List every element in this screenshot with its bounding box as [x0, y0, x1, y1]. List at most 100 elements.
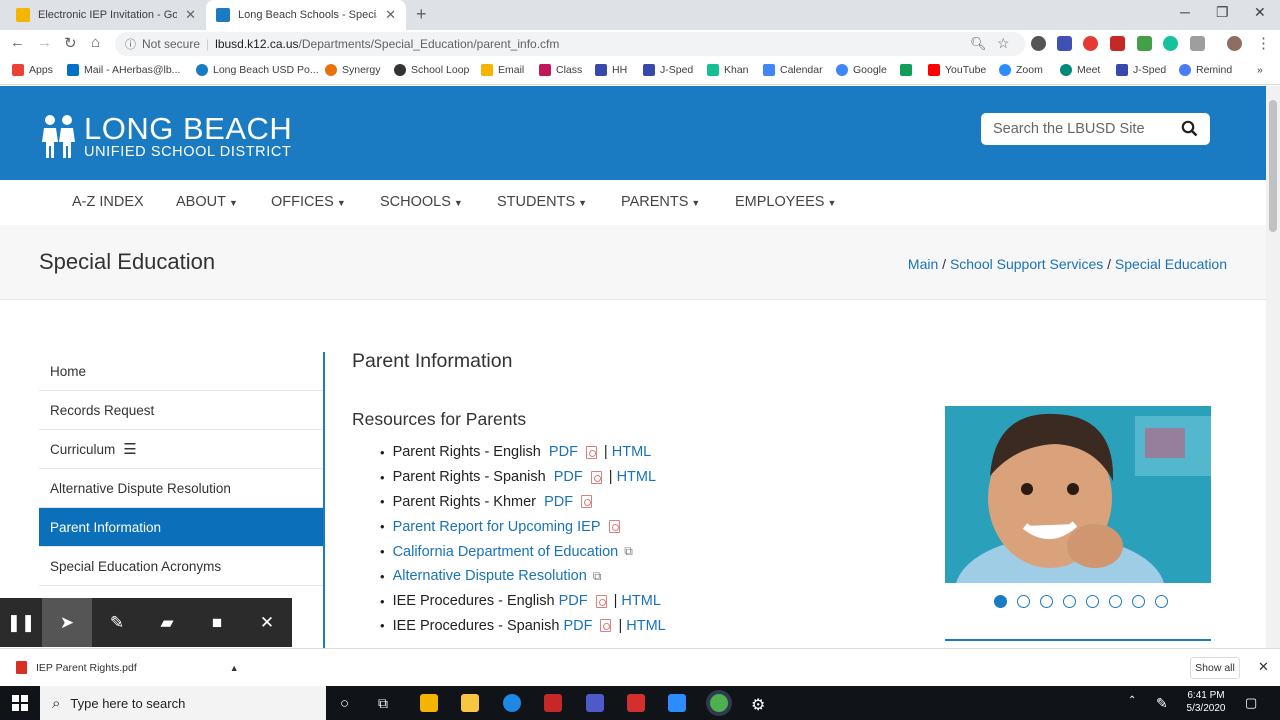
adr-link[interactable]: Alternative Dispute Resolution: [393, 568, 587, 584]
power-extension-icon[interactable]: [1031, 36, 1046, 51]
zoom-icon[interactable]: 🔍︎: [970, 36, 987, 52]
show-all-button[interactable]: Show all: [1190, 657, 1240, 679]
bookmark-drive[interactable]: [900, 64, 912, 76]
acrobat-icon[interactable]: [627, 694, 645, 712]
clock[interactable]: 6:41 PM 5/3/2020: [1180, 689, 1232, 715]
windows-start-icon[interactable]: [12, 695, 28, 711]
parent-report-link[interactable]: Parent Report for Upcoming IEP: [393, 519, 601, 535]
nav-parents[interactable]: PARENTS ▼: [621, 194, 700, 210]
page-scrollbar[interactable]: [1266, 86, 1280, 648]
carousel-dot[interactable]: [1109, 595, 1122, 608]
zoom-icon[interactable]: [668, 694, 686, 712]
bookmark-remind[interactable]: Remind: [1179, 64, 1232, 76]
nav-a-z-index[interactable]: A-Z INDEX: [72, 194, 144, 210]
bookmark-synergy[interactable]: Synergy: [325, 64, 381, 76]
carousel-dot[interactable]: [1086, 595, 1099, 608]
html-link[interactable]: HTML: [612, 444, 651, 460]
pdf-link[interactable]: PDF: [549, 444, 578, 460]
taskbar-search-input[interactable]: ⌕ Type here to search: [40, 686, 326, 720]
download-item[interactable]: IEP Parent Rights.pdf ▲: [16, 661, 239, 674]
carousel-dot[interactable]: [1040, 595, 1053, 608]
html-link[interactable]: HTML: [617, 469, 656, 485]
home-button[interactable]: ⌂: [91, 34, 100, 51]
tab-iep-invitation[interactable]: Electronic IEP Invitation - Google ✕: [6, 0, 206, 30]
back-button[interactable]: ←: [10, 34, 25, 51]
sidebar-item-curriculum[interactable]: Curriculum ☰: [39, 430, 323, 469]
bookmark-class[interactable]: Class: [539, 64, 582, 76]
carousel-dot[interactable]: [994, 595, 1007, 608]
bookmarks-overflow-icon[interactable]: »: [1257, 64, 1263, 76]
bookmark-school-loop[interactable]: School Loop: [394, 64, 469, 76]
edge-icon[interactable]: [503, 694, 521, 712]
search-icon[interactable]: [1181, 120, 1198, 137]
profile-avatar[interactable]: [1227, 36, 1242, 51]
mcafee-icon[interactable]: [544, 694, 562, 712]
minimize-button[interactable]: ─: [1180, 4, 1190, 20]
star-icon[interactable]: ☆: [997, 35, 1010, 52]
scrollbar-thumb[interactable]: [1269, 100, 1277, 232]
bookmark-hh[interactable]: HH: [595, 64, 627, 76]
pause-button[interactable]: ❚❚: [0, 598, 42, 647]
forward-button[interactable]: →: [37, 34, 52, 51]
bookmark-zoom[interactable]: Zoom: [999, 64, 1043, 76]
sidebar-item-home[interactable]: Home: [39, 352, 323, 391]
pdf-link[interactable]: PDF: [554, 469, 583, 485]
breadcrumb-special-education[interactable]: Special Education: [1115, 256, 1227, 272]
window-close-button[interactable]: ✕: [1254, 4, 1266, 21]
bookmark-khan[interactable]: Khan: [707, 64, 749, 76]
close-recorder-button[interactable]: ✕: [242, 598, 292, 647]
bookmark-meet[interactable]: Meet: [1060, 64, 1100, 76]
carousel-dot[interactable]: [1017, 595, 1030, 608]
carousel-dot[interactable]: [1155, 595, 1168, 608]
sidebar-item-special-education-acronyms[interactable]: Special Education Acronyms: [39, 547, 323, 586]
nav-schools[interactable]: SCHOOLS ▼: [380, 194, 463, 210]
pdf-link[interactable]: PDF: [544, 494, 573, 510]
chevron-up-icon[interactable]: ⌃: [1128, 695, 1136, 706]
carousel-dot[interactable]: [1063, 595, 1076, 608]
chevron-up-icon[interactable]: ▲: [230, 663, 239, 673]
address-bar[interactable]: ⓘ Not secure | lbusd.k12.ca.us/Departmen…: [115, 32, 1025, 56]
nav-students[interactable]: STUDENTS ▼: [497, 194, 587, 210]
lbusd-logo[interactable]: LONG BEACH UNIFIED SCHOOL DISTRICT: [40, 113, 292, 160]
extension-icon[interactable]: [1190, 36, 1205, 51]
file-explorer-icon[interactable]: [461, 694, 479, 712]
sidebar-item-parent-information[interactable]: Parent Information: [39, 508, 323, 547]
highlighter-tool-button[interactable]: ▰: [142, 598, 192, 647]
sidebar-item-alternative-dispute-resolution[interactable]: Alternative Dispute Resolution: [39, 469, 323, 508]
bookmark-j-sped-2[interactable]: J-Sped: [1116, 64, 1166, 76]
pdf-link[interactable]: PDF: [559, 593, 588, 609]
bookmark-calendar[interactable]: Calendar: [763, 64, 823, 76]
pdf-link[interactable]: PDF: [563, 618, 592, 634]
notifications-icon[interactable]: ▢: [1245, 695, 1257, 711]
new-tab-button[interactable]: +: [416, 4, 427, 25]
pen-workspace-icon[interactable]: ✎: [1156, 695, 1168, 712]
bookmark-j-sped[interactable]: J-Sped: [643, 64, 693, 76]
tab-long-beach-schools[interactable]: Long Beach Schools - Special Ed ✕: [206, 0, 406, 30]
webcam-button[interactable]: ■: [192, 598, 242, 647]
close-icon[interactable]: ✕: [385, 7, 396, 23]
breadcrumb-school-support-services[interactable]: School Support Services: [950, 256, 1103, 272]
info-icon[interactable]: ⓘ: [125, 36, 136, 52]
record-extension-icon[interactable]: [1083, 36, 1098, 51]
nav-offices[interactable]: OFFICES ▼: [271, 194, 346, 210]
nav-employees[interactable]: EMPLOYEES ▼: [735, 194, 836, 210]
bookmark-lbusd-portal[interactable]: Long Beach USD Po...: [196, 64, 319, 76]
html-link[interactable]: HTML: [621, 593, 660, 609]
sheets-extension-icon[interactable]: [1137, 36, 1152, 51]
settings-gear-icon[interactable]: ⚙: [751, 695, 765, 715]
bookmark-google[interactable]: Google: [836, 64, 887, 76]
close-icon[interactable]: ✕: [185, 7, 196, 23]
maximize-button[interactable]: ❐: [1216, 4, 1229, 21]
carousel-photo-child[interactable]: [945, 406, 1211, 583]
site-search-input[interactable]: Search the LBUSD Site: [981, 113, 1210, 145]
grammarly-icon[interactable]: [1163, 36, 1178, 51]
carousel-dot[interactable]: [1132, 595, 1145, 608]
sidebar-item-records-request[interactable]: Records Request: [39, 391, 323, 430]
breadcrumb-main[interactable]: Main: [908, 256, 938, 272]
screencast-extension-icon[interactable]: [1110, 36, 1125, 51]
task-view-icon[interactable]: ⧉: [378, 695, 388, 712]
menu-icon[interactable]: ⋮: [1256, 34, 1271, 52]
store-icon[interactable]: [420, 694, 438, 712]
cde-link[interactable]: California Department of Education: [393, 544, 619, 560]
pointer-tool-button[interactable]: ➤: [42, 598, 92, 647]
